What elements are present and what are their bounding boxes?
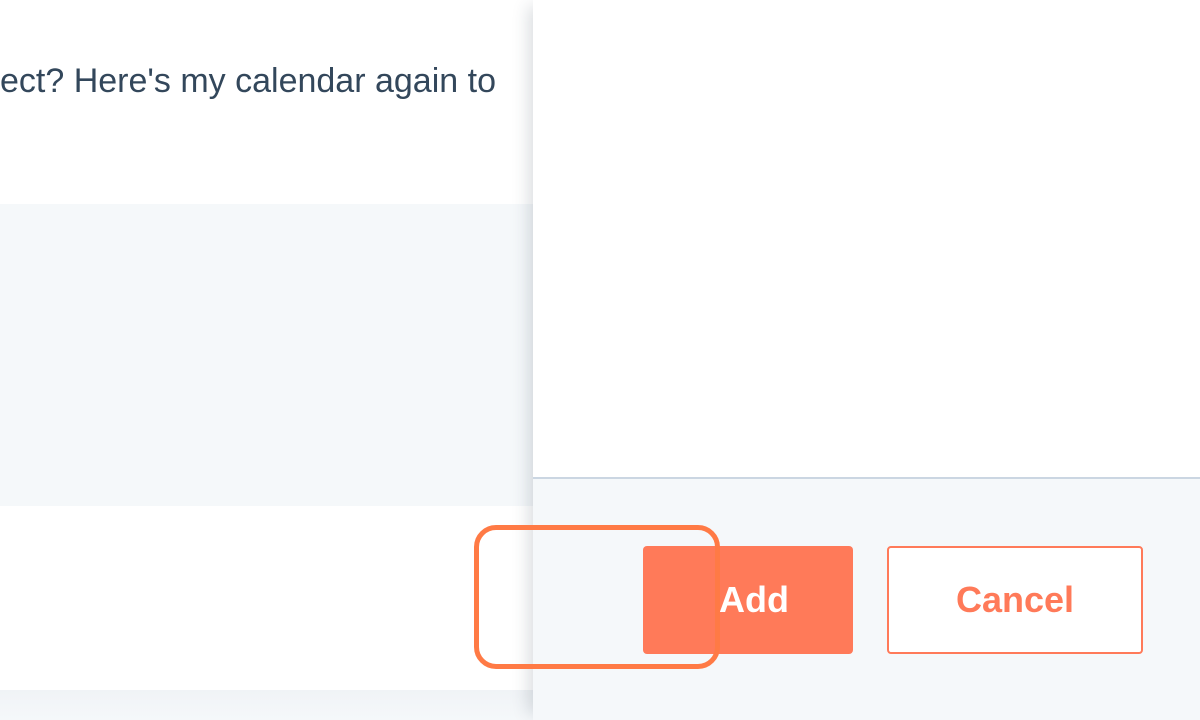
side-panel-body (533, 0, 1200, 479)
side-panel-footer: Add Cancel (533, 479, 1200, 720)
page-bottom-strip (0, 690, 560, 720)
add-button[interactable]: Add (643, 546, 853, 654)
email-preview-card: ect? Here's my calendar again to (0, 0, 560, 204)
side-panel: Add Cancel (533, 0, 1200, 720)
page-footer-card (0, 506, 560, 690)
email-preview-text: ect? Here's my calendar again to (0, 62, 496, 100)
add-button-label: Add (719, 579, 789, 620)
cancel-button-label: Cancel (955, 579, 1075, 620)
cancel-button[interactable]: Cancel (887, 546, 1143, 654)
page-background-area (0, 204, 560, 506)
screen: ect? Here's my calendar again to Add Can… (0, 0, 1200, 720)
